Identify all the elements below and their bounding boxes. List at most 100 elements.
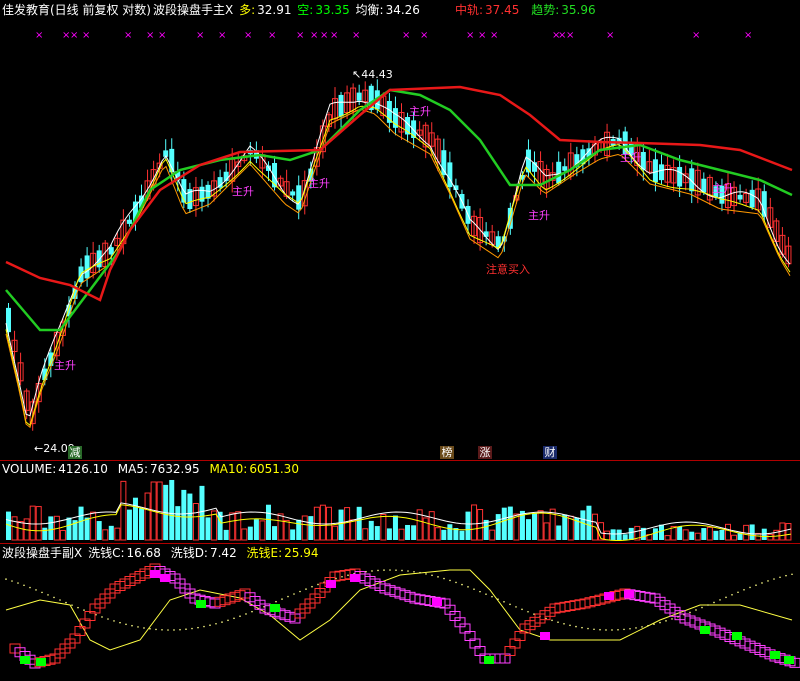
volume-bar: [586, 505, 592, 540]
volume-bar: [211, 510, 218, 541]
volume-bar: [259, 520, 266, 541]
osc-dot: [191, 627, 193, 630]
osc-dot: [467, 586, 469, 588]
osc-dot: [275, 600, 277, 603]
osc-dot: [185, 628, 187, 631]
volume-bar: [169, 479, 175, 540]
volume-bar: [29, 505, 36, 541]
osc-dot: [605, 629, 607, 631]
osc-dot: [425, 573, 427, 575]
volume-bar: [296, 519, 302, 540]
volume-bar: [362, 528, 369, 541]
osc-dot: [35, 589, 37, 591]
osc-dot: [713, 601, 715, 604]
signal-x-mark-23: ×: [566, 30, 574, 41]
volume-bar: [580, 510, 586, 540]
volume-bar: [283, 519, 290, 541]
candle-body: [737, 194, 743, 200]
candle-body: [126, 219, 132, 224]
osc-dot: [161, 629, 163, 631]
osc-dot: [587, 627, 589, 630]
osc-dot: [701, 606, 703, 609]
volume-bar: [175, 506, 181, 540]
osc-fill-box: [624, 590, 634, 598]
osc-dot: [773, 578, 775, 580]
candle-body: [483, 231, 489, 237]
osc-dot: [569, 624, 571, 627]
osc-dot: [179, 628, 181, 631]
osc-dot: [593, 628, 595, 631]
volume-bar: [525, 519, 531, 540]
volume-bar: [610, 529, 616, 540]
osc-dot: [71, 604, 73, 606]
buy-signal-label: 注意买入: [486, 263, 530, 276]
marker-jian[interactable]: 减: [68, 446, 82, 459]
volume-bar: [658, 524, 664, 540]
signal-x-mark-18: ×: [466, 30, 474, 41]
volume-bar: [48, 516, 54, 540]
osc-dot: [785, 574, 787, 577]
osc-dot: [671, 618, 673, 620]
volume-bar: [477, 509, 484, 541]
candle-body: [441, 150, 447, 176]
osc-dot: [413, 570, 415, 573]
osc-dot: [557, 621, 559, 623]
volume-bar: [489, 529, 496, 541]
volume-bar: [422, 517, 429, 541]
signal-x-mark-15: ×: [352, 30, 360, 41]
marker-cai[interactable]: 财: [543, 446, 557, 459]
volume-bar: [543, 522, 550, 541]
osc-dot: [725, 596, 727, 599]
osc-dot: [293, 593, 295, 595]
marker-bang[interactable]: 榜: [440, 446, 454, 459]
osc-dot: [155, 628, 157, 631]
volume-bar: [356, 506, 362, 540]
volume-bar: [719, 529, 725, 540]
osc-dot: [125, 623, 127, 626]
volume-bar: [42, 527, 48, 540]
period-high-label: ↖44.43: [352, 68, 393, 81]
signal-x-mark-4: ×: [124, 30, 132, 41]
osc-fill-box: [484, 656, 494, 664]
volume-bar: [392, 515, 398, 540]
osc-dot: [779, 576, 781, 579]
volume-bar: [532, 513, 538, 540]
volume-bar: [405, 524, 411, 540]
volume-bar: [374, 526, 380, 540]
ma-line-yellow: [5, 105, 791, 427]
osc-dot: [647, 624, 649, 627]
volume-bar: [731, 534, 738, 541]
rise-label-1: 主升: [54, 359, 76, 372]
signal-x-mark-20: ×: [490, 30, 498, 41]
osc-dot: [497, 598, 499, 601]
signal-x-mark-26: ×: [744, 30, 752, 41]
osc-dot: [719, 599, 721, 601]
rise-label-6: 主升: [620, 151, 642, 164]
chart-window: { "main_header": { "name": "佳发教育(日线 前复权 …: [0, 0, 800, 681]
volume-bar: [59, 529, 66, 541]
osc-dot: [503, 600, 505, 603]
volume-bar: [265, 504, 271, 540]
volume-bar: [192, 503, 199, 541]
osc-fill-box: [604, 592, 614, 600]
osc-fill-box: [432, 598, 442, 606]
signal-x-mark-14: ×: [330, 30, 338, 41]
osc-dot: [437, 576, 439, 578]
candle-body: [338, 94, 344, 117]
rise-label-3: 主升: [308, 177, 330, 190]
candle-body: [108, 247, 114, 255]
osc-dot: [755, 584, 757, 586]
volume-bar: [247, 526, 253, 540]
marker-zhang[interactable]: 涨: [478, 446, 492, 459]
osc-dot: [431, 574, 433, 577]
osc-dot: [101, 616, 103, 618]
volume-bar: [689, 531, 695, 540]
signal-x-mark-25: ×: [692, 30, 700, 41]
volume-bar: [205, 517, 211, 540]
osc-dot: [341, 575, 343, 578]
osc-dot: [287, 595, 289, 598]
osc-dot: [623, 628, 625, 631]
osc-dot: [17, 582, 19, 584]
volume-bar: [694, 532, 701, 541]
osc-dot: [473, 588, 475, 590]
